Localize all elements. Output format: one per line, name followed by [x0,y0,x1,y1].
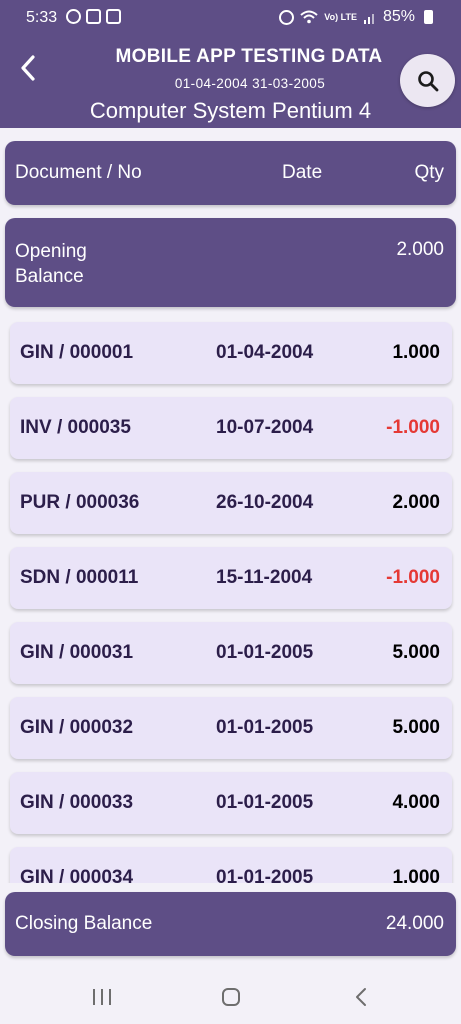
transaction-doc: GIN / 000034 [20,867,134,883]
home-icon [222,988,240,1006]
transaction-date: 01-04-2004 [216,342,314,363]
gallery-icon [86,9,101,24]
alarm-icon [279,9,295,25]
whatsapp-icon [66,9,81,24]
transaction-qty: 4.000 [392,792,440,813]
column-document: Document / No [15,162,142,183]
battery-icon [424,10,433,24]
transaction-date: 01-01-2005 [216,867,314,883]
transaction-doc: GIN / 000033 [20,792,134,813]
item-name: Computer System Pentium 4 [89,98,372,123]
transaction-row[interactable]: GIN / 000001 01-04-2004 1.000 [10,322,452,384]
signal-icon [363,14,374,24]
transaction-qty: -1.000 [386,567,440,588]
transaction-date: 26-10-2004 [216,492,314,513]
navigation-bar [0,966,461,1024]
app-header: MOBILE APP TESTING DATA 01-04-2004 31-03… [0,34,461,128]
period-range: 01-04-2004 31-03-2005 [174,76,326,91]
transaction-row[interactable]: GIN / 000033 01-01-2005 4.000 [10,772,452,834]
column-date: Date [282,162,323,183]
network-type-label: Vo) LTE [324,11,357,22]
battery-percent: 85% [382,8,415,25]
transaction-list[interactable]: GIN / 000001 01-04-2004 1.000 INV / 0000… [0,315,461,883]
transaction-qty: 5.000 [392,717,440,738]
search-icon [417,70,438,91]
transaction-date: 10-07-2004 [216,417,314,438]
transaction-date: 15-11-2004 [216,567,313,588]
notification-icons [66,9,121,24]
transaction-row[interactable]: GIN / 000034 01-01-2005 1.000 [10,847,452,883]
opening-balance-value: 2.000 [396,239,444,260]
closing-balance-value: 24.000 [385,913,444,934]
nav-back-button[interactable] [341,982,381,1012]
transaction-row[interactable]: PUR / 000036 26-10-2004 2.000 [10,472,452,534]
status-time: 5:33 [26,9,58,26]
transaction-doc: GIN / 000031 [20,642,134,663]
transaction-doc: SDN / 000011 [20,567,139,588]
search-button[interactable] [400,54,455,107]
nav-back-icon [356,988,366,1006]
transaction-qty: 2.000 [392,492,440,513]
transaction-qty: 1.000 [392,342,440,363]
nav-home-button[interactable] [211,982,251,1012]
transaction-row[interactable]: SDN / 000011 15-11-2004 -1.000 [10,547,452,609]
opening-balance-card: Opening Balance 2.000 [5,218,456,307]
closing-balance-card: Closing Balance 24.000 [5,892,456,956]
nav-recents-button[interactable] [82,982,122,1012]
opening-balance-label: Opening Balance [15,241,87,287]
transaction-date: 01-01-2005 [216,792,314,813]
transaction-doc: INV / 000035 [20,417,131,438]
wifi-icon [300,10,318,24]
transaction-qty: -1.000 [386,417,440,438]
transaction-row[interactable]: INV / 000035 10-07-2004 -1.000 [10,397,452,459]
transaction-doc: GIN / 000001 [20,342,134,363]
page-title: MOBILE APP TESTING DATA [115,46,383,67]
system-icons: Vo) LTE 85% [279,8,433,26]
transaction-row[interactable]: GIN / 000031 01-01-2005 5.000 [10,622,452,684]
column-qty: Qty [414,162,444,183]
column-header: Document / No Date Qty [5,141,456,205]
transaction-qty: 1.000 [392,867,440,883]
transaction-doc: GIN / 000032 [20,717,134,738]
status-bar: 5:33 Vo) LTE 85% [0,0,461,34]
message-icon [106,9,121,24]
closing-balance-label: Closing Balance [15,913,153,934]
recents-icon [93,989,111,1005]
transaction-date: 01-01-2005 [216,717,314,738]
transaction-doc: PUR / 000036 [20,492,140,513]
transaction-row[interactable]: GIN / 000032 01-01-2005 5.000 [10,697,452,759]
transaction-qty: 5.000 [392,642,440,663]
transaction-date: 01-01-2005 [216,642,314,663]
